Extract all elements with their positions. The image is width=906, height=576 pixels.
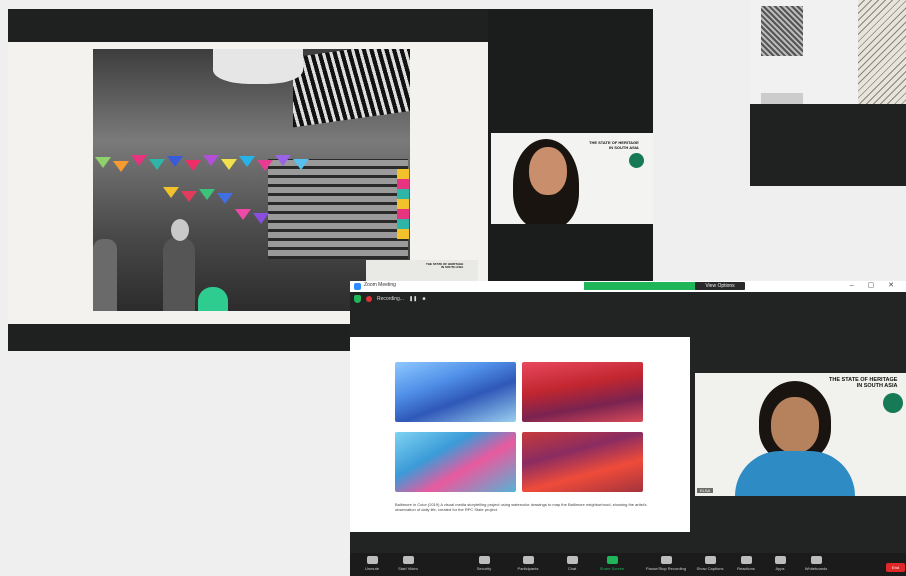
person-head: [171, 219, 189, 241]
person-figure: [163, 237, 195, 311]
recording-indicator[interactable]: Recording... ❚❚ ■: [366, 294, 425, 304]
microphone-icon: [366, 556, 378, 564]
rfc-logo-icon: [843, 397, 857, 407]
toolbar-label: Reactions: [737, 566, 755, 571]
security-button[interactable]: Security: [462, 556, 506, 571]
captions-icon: [704, 556, 716, 564]
heritage-mini-line2: IN SOUTH ASIA: [441, 265, 464, 270]
participant-name-tag: ELSA: [697, 488, 714, 493]
chat-icon: [566, 556, 578, 564]
toolbar-label: Share Screen: [599, 566, 625, 571]
sketch-image: [858, 0, 906, 104]
speaker-shirt: [735, 451, 855, 496]
toolbar-label: Pause/Stop Recording: [645, 566, 687, 571]
shared-slide: Baltimore in Color (2019) A visual media…: [350, 337, 690, 532]
painting-street: [395, 362, 516, 422]
apps-icon: [774, 556, 786, 564]
window-controls[interactable]: – ▢ ✕: [850, 281, 900, 289]
market-photo: [93, 49, 410, 311]
bunting-flag: [203, 155, 219, 166]
bunting-flag: [149, 159, 165, 170]
painting-red-street: [522, 362, 643, 422]
heritage-mini-title: THE STATE OF HERITAGE IN SOUTH ASIA: [426, 262, 464, 270]
white-cloth: [213, 49, 303, 84]
toolbar-label: Apps: [775, 566, 785, 571]
bunting-flag: [217, 193, 233, 204]
heritage-logo-icon: [629, 153, 644, 168]
toolbar-label: Security: [476, 566, 492, 571]
window-title: Zoom Meeting: [364, 282, 396, 288]
bunting-flag: [221, 159, 237, 170]
bunting-flag: [163, 187, 179, 198]
share-screen-button[interactable]: Share Screen: [590, 556, 634, 571]
toolbar-label: Participants: [517, 566, 539, 571]
share-screen-icon: [606, 556, 618, 564]
meeting-toolbar: Unmute Start Video Security Participants…: [350, 553, 906, 576]
chat-button[interactable]: Chat: [550, 556, 594, 571]
zoom-meeting-window: Zoom Meeting View Options – ▢ ✕ Recordin…: [350, 281, 906, 576]
speaker-video: THE STATE OF HERITAGE IN SOUTH ASIA: [491, 133, 653, 224]
whiteboard-icon: [810, 556, 822, 564]
document-viewer: [750, 0, 906, 104]
heritage-logo-icon: [883, 393, 903, 413]
heritage-title-line2: IN SOUTH ASIA: [856, 383, 898, 390]
painting-houses: [395, 432, 516, 492]
recording-icon: [660, 556, 672, 564]
bunting-flag: [235, 209, 251, 220]
pause-icon[interactable]: ❚❚: [409, 296, 417, 302]
pause-stop-recording-button[interactable]: Pause/Stop Recording: [640, 556, 692, 571]
heritage-title-line2: IN SOUTH ASIA: [609, 144, 639, 150]
toolbar-label: Whiteboards: [804, 566, 828, 571]
reactions-icon: [740, 556, 752, 564]
heritage-title: THE STATE OF HERITAGE IN SOUTH ASIA: [829, 377, 897, 390]
speaker-face: [529, 147, 567, 195]
bunting-flag: [181, 191, 197, 202]
bunting-flag: [239, 156, 255, 167]
stop-icon[interactable]: ■: [422, 296, 425, 302]
speaker-face: [771, 397, 819, 453]
page-thumbnail[interactable]: [761, 93, 803, 104]
painting-red-houses: [522, 432, 643, 492]
bunting-flag: [95, 157, 111, 168]
green-figure: [198, 287, 228, 311]
recording-label: Recording...: [377, 296, 404, 302]
bunting-flag: [185, 160, 201, 171]
person-figure: [93, 239, 117, 311]
view-options-button[interactable]: View Options: [695, 282, 745, 290]
start-video-button[interactable]: Start Video: [386, 556, 430, 571]
bunting-strip: [397, 169, 409, 239]
record-dot-icon: [366, 296, 372, 302]
toolbar-label: Start Video: [398, 566, 418, 571]
shield-icon: [478, 556, 490, 564]
bunting-flag: [167, 156, 183, 167]
speaker-video: THE STATE OF HERITAGE IN SOUTH ASIA ELSA: [695, 373, 906, 496]
whiteboards-button[interactable]: Whiteboards: [794, 556, 838, 571]
shop-shelves: [268, 159, 408, 259]
end-meeting-button[interactable]: End: [886, 563, 905, 572]
slide-caption: Baltimore in Color (2019) A visual media…: [395, 502, 647, 512]
title-bar: Zoom Meeting View Options – ▢ ✕: [350, 281, 906, 292]
page-thumbnail[interactable]: [761, 6, 803, 56]
zoom-app-icon: [354, 283, 361, 290]
toolbar-label: Chat: [567, 566, 577, 571]
toolbar-label: Unmute: [364, 566, 379, 571]
toolbar-label: Show Captions: [696, 566, 724, 571]
video-camera-icon: [402, 556, 414, 564]
bunting-flag: [253, 213, 269, 224]
screenshot-3: [750, 0, 906, 186]
striped-awning: [293, 49, 410, 128]
bunting-flag: [199, 189, 215, 200]
participants-icon: [522, 556, 534, 564]
heritage-title: THE STATE OF HERITAGE IN SOUTH ASIA: [589, 140, 639, 150]
security-shield-icon[interactable]: [354, 295, 361, 303]
participants-button[interactable]: Participants: [506, 556, 550, 571]
bunting-flag: [131, 155, 147, 166]
bunting-flag: [113, 161, 129, 172]
